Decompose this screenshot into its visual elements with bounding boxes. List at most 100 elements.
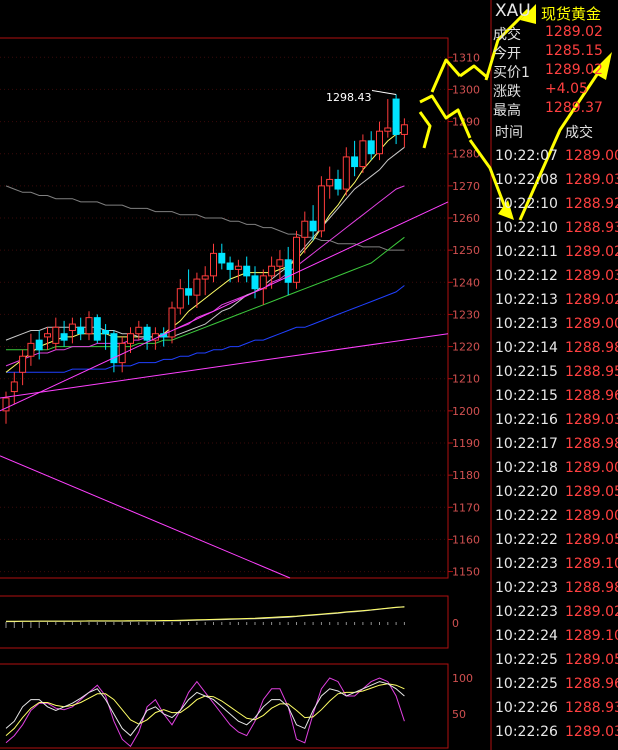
candle-body bbox=[10, 381, 18, 393]
tick-row: 10:22:24 1289.10 bbox=[493, 628, 618, 652]
price-tick-label: 1310 bbox=[452, 51, 480, 64]
tick-time: 10:22:22 bbox=[495, 532, 558, 548]
ticks-header-time: 时间 bbox=[495, 125, 523, 141]
volume-panel: 0 bbox=[5, 606, 459, 630]
osc-j-line bbox=[5, 677, 405, 748]
tick-time: 10:22:16 bbox=[495, 412, 558, 428]
candle-body bbox=[301, 220, 309, 238]
tick-price: 1289.00 bbox=[565, 316, 618, 332]
candle-body bbox=[93, 317, 101, 341]
tick-price: 1289.10 bbox=[565, 556, 618, 572]
tick-time: 10:22:20 bbox=[495, 484, 558, 500]
quote-value: 1289.37 bbox=[545, 100, 603, 116]
price-tick-label: 1230 bbox=[452, 308, 480, 321]
candle-body bbox=[168, 307, 176, 338]
quote-header: XAU 现货黄金 bbox=[493, 0, 618, 24]
tick-row: 10:22:23 1288.98 bbox=[493, 580, 618, 604]
tick-price: 1288.95 bbox=[565, 364, 618, 380]
price-tick-label: 1300 bbox=[452, 83, 480, 96]
trend-line-lower bbox=[0, 333, 449, 399]
tick-row: 10:22:15 1288.95 bbox=[493, 364, 618, 388]
tick-time: 10:22:15 bbox=[495, 388, 558, 404]
tick-row: 10:22:10 1288.93 bbox=[493, 220, 618, 244]
tick-row: 10:22:23 1289.02 bbox=[493, 604, 618, 628]
tick-row: 10:22:10 1288.92 bbox=[493, 196, 618, 220]
tick-time: 10:22:25 bbox=[495, 652, 558, 668]
price-tick-label: 1200 bbox=[452, 405, 480, 418]
ticks-header: 时间 成交 bbox=[493, 120, 618, 142]
candle-body bbox=[284, 259, 292, 283]
price-tick-label: 1180 bbox=[452, 469, 480, 482]
oscillator-tick-label: 100 bbox=[452, 672, 473, 685]
tick-time: 10:22:18 bbox=[495, 460, 558, 476]
tick-price: 1289.00 bbox=[565, 508, 618, 524]
tick-time: 10:22:23 bbox=[495, 556, 558, 572]
tick-price: 1289.05 bbox=[565, 532, 618, 548]
arrow-small bbox=[418, 111, 432, 149]
price-tick-label: 1250 bbox=[452, 244, 480, 257]
quote-value: +4.05 bbox=[545, 81, 588, 97]
candle-body bbox=[44, 333, 51, 338]
tick-time: 10:22:26 bbox=[495, 700, 558, 716]
candle-body bbox=[243, 265, 251, 277]
candle-body bbox=[334, 178, 342, 190]
quote-value: 1289.02 bbox=[545, 62, 603, 78]
candle-body bbox=[201, 275, 209, 280]
tick-row: 10:22:22 1289.05 bbox=[493, 532, 618, 556]
tick-price: 1288.96 bbox=[565, 388, 618, 404]
tick-time: 10:22:11 bbox=[495, 244, 558, 260]
tick-row: 10:22:12 1289.03 bbox=[493, 268, 618, 292]
tick-price: 1288.98 bbox=[565, 580, 618, 596]
tick-time: 10:22:15 bbox=[495, 364, 558, 380]
symbol-name: 现货黄金 bbox=[541, 5, 602, 23]
tick-time: 10:22:25 bbox=[495, 676, 558, 692]
price-tick-label: 1190 bbox=[452, 437, 480, 450]
candle-body bbox=[384, 127, 392, 132]
tick-time: 10:22:13 bbox=[495, 292, 558, 308]
candle-body bbox=[127, 333, 134, 344]
candle-body bbox=[85, 317, 93, 335]
tick-price: 1289.00 bbox=[565, 460, 618, 476]
tick-row: 10:22:22 1289.00 bbox=[493, 508, 618, 532]
tick-row: 10:22:08 1289.03 bbox=[493, 172, 618, 196]
candle-body bbox=[309, 220, 317, 232]
candle-body bbox=[268, 265, 276, 277]
price-tick-label: 1270 bbox=[452, 180, 480, 193]
tick-price: 1288.98 bbox=[565, 436, 618, 452]
tick-price: 1289.10 bbox=[565, 628, 618, 644]
tick-price: 1289.03 bbox=[565, 724, 618, 740]
peak-price-label: 1298.43 bbox=[326, 91, 372, 104]
tick-time: 10:22:14 bbox=[495, 340, 558, 356]
candle-body bbox=[68, 323, 76, 332]
quote-row-last: 成交 1289.02 bbox=[493, 24, 618, 43]
volume-tick-label: 0 bbox=[452, 617, 459, 630]
quote-label: 最高 bbox=[493, 103, 521, 119]
price-tick-label: 1260 bbox=[452, 212, 480, 225]
tick-row: 10:22:26 1289.03 bbox=[493, 724, 618, 748]
tick-price: 1289.02 bbox=[565, 604, 618, 620]
tick-time: 10:22:12 bbox=[495, 268, 558, 284]
tick-price: 1289.03 bbox=[565, 172, 618, 188]
tick-price: 1289.03 bbox=[565, 412, 618, 428]
candle-body bbox=[185, 288, 193, 296]
quote-row-change: 涨跌 +4.05 bbox=[493, 81, 618, 100]
tick-row: 10:22:26 1288.93 bbox=[493, 700, 618, 724]
tick-time: 10:22:26 bbox=[495, 724, 558, 740]
tick-price: 1288.92 bbox=[565, 196, 618, 212]
tick-row: 10:22:17 1288.98 bbox=[493, 436, 618, 460]
trend-line-upper bbox=[0, 201, 449, 412]
price-tick-label: 1160 bbox=[452, 533, 480, 546]
quote-value: 1289.02 bbox=[545, 24, 603, 40]
trend-line-down bbox=[0, 455, 291, 579]
volume-line-b bbox=[6, 606, 405, 622]
tick-row: 10:22:20 1289.05 bbox=[493, 484, 618, 508]
tick-row: 10:22:11 1289.02 bbox=[493, 244, 618, 268]
price-axis: 1310130012901280127012601250124012301220… bbox=[448, 51, 480, 579]
tick-row: 10:22:14 1288.98 bbox=[493, 340, 618, 364]
candle-body bbox=[342, 156, 350, 190]
tick-price: 1288.96 bbox=[565, 676, 618, 692]
tick-row: 10:22:13 1289.02 bbox=[493, 292, 618, 316]
candle-body bbox=[293, 236, 300, 283]
candles bbox=[2, 94, 408, 424]
quote-label: 买价1 bbox=[493, 65, 530, 81]
